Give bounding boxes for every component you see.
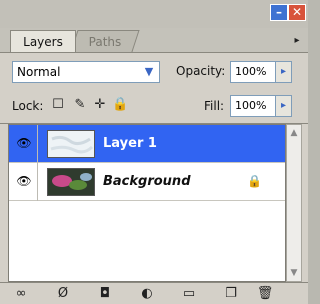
layers-list: 👁 Layer 1 👁 Background 🔒	[8, 124, 286, 282]
scroll-down-icon[interactable]: ▼	[287, 265, 301, 281]
opacity-field[interactable]: 100%	[230, 61, 276, 83]
layer-row-layer-1[interactable]: 👁 Layer 1	[9, 125, 285, 163]
palette-title-bar[interactable]: – ✕	[0, 0, 308, 28]
layers-scrollbar[interactable]: ▲ ▼	[286, 124, 302, 282]
layer-name[interactable]: Background	[103, 173, 191, 191]
layer-row-background[interactable]: 👁 Background 🔒	[9, 163, 285, 201]
layers-palette: – ✕ Layers Paths ▸ Normal ▼ Opacity: 100…	[0, 0, 308, 304]
scroll-up-icon[interactable]: ▲	[287, 125, 301, 141]
eye-icon[interactable]: 👁	[15, 174, 33, 188]
eye-icon[interactable]: 👁	[15, 136, 33, 150]
close-button[interactable]: ✕	[288, 4, 306, 21]
new-group-icon[interactable]: ▭	[180, 285, 198, 303]
flyout-menu-icon[interactable]: ▸	[290, 34, 304, 48]
tab-strip: Layers Paths	[0, 28, 308, 53]
blend-row: Normal ▼ Opacity: 100% ▸	[0, 53, 308, 89]
fill-slider-arrow-icon[interactable]: ▸	[276, 95, 292, 117]
minimize-button[interactable]: –	[270, 4, 288, 21]
layer-thumbnail	[47, 130, 95, 158]
lock-position-icon[interactable]: ✛	[92, 97, 108, 113]
divider	[37, 163, 38, 201]
blend-mode-select[interactable]: Normal ▼	[12, 61, 160, 83]
lock-row: Lock: ☐ ✎ ✛ 🔒 Fill: 100% ▸	[0, 89, 308, 124]
opacity-slider-arrow-icon[interactable]: ▸	[276, 61, 292, 83]
layer-name[interactable]: Layer 1	[103, 135, 157, 153]
add-mask-icon[interactable]: ◘	[96, 285, 114, 303]
layer-style-icon[interactable]: Ø	[54, 285, 72, 303]
fill-label: Fill:	[204, 99, 225, 113]
opacity-label: Opacity:	[176, 64, 226, 78]
tab-layers[interactable]: Layers	[10, 30, 76, 52]
tab-paths[interactable]: Paths	[70, 30, 140, 52]
fill-field[interactable]: 100%	[230, 95, 276, 117]
lock-transparent-icon[interactable]: ☐	[50, 97, 66, 113]
chevron-down-icon[interactable]: ▼	[141, 64, 157, 80]
bottom-toolbar: ∞ Ø ◘ ◐ ▭ ❐ 🗑	[0, 282, 308, 304]
lock-all-icon[interactable]: 🔒	[112, 97, 128, 113]
tab-paths-label: Paths	[88, 35, 121, 49]
layer-thumbnail	[47, 168, 95, 196]
lock-image-icon[interactable]: ✎	[72, 97, 88, 113]
trash-icon[interactable]: 🗑	[256, 285, 274, 303]
new-layer-icon[interactable]: ❐	[222, 285, 240, 303]
divider	[37, 125, 38, 163]
adjustment-layer-icon[interactable]: ◐	[138, 285, 156, 303]
lock-icon: 🔒	[247, 174, 262, 188]
link-icon[interactable]: ∞	[12, 285, 30, 303]
lock-label: Lock:	[12, 99, 44, 113]
blend-mode-value: Normal	[17, 65, 61, 79]
